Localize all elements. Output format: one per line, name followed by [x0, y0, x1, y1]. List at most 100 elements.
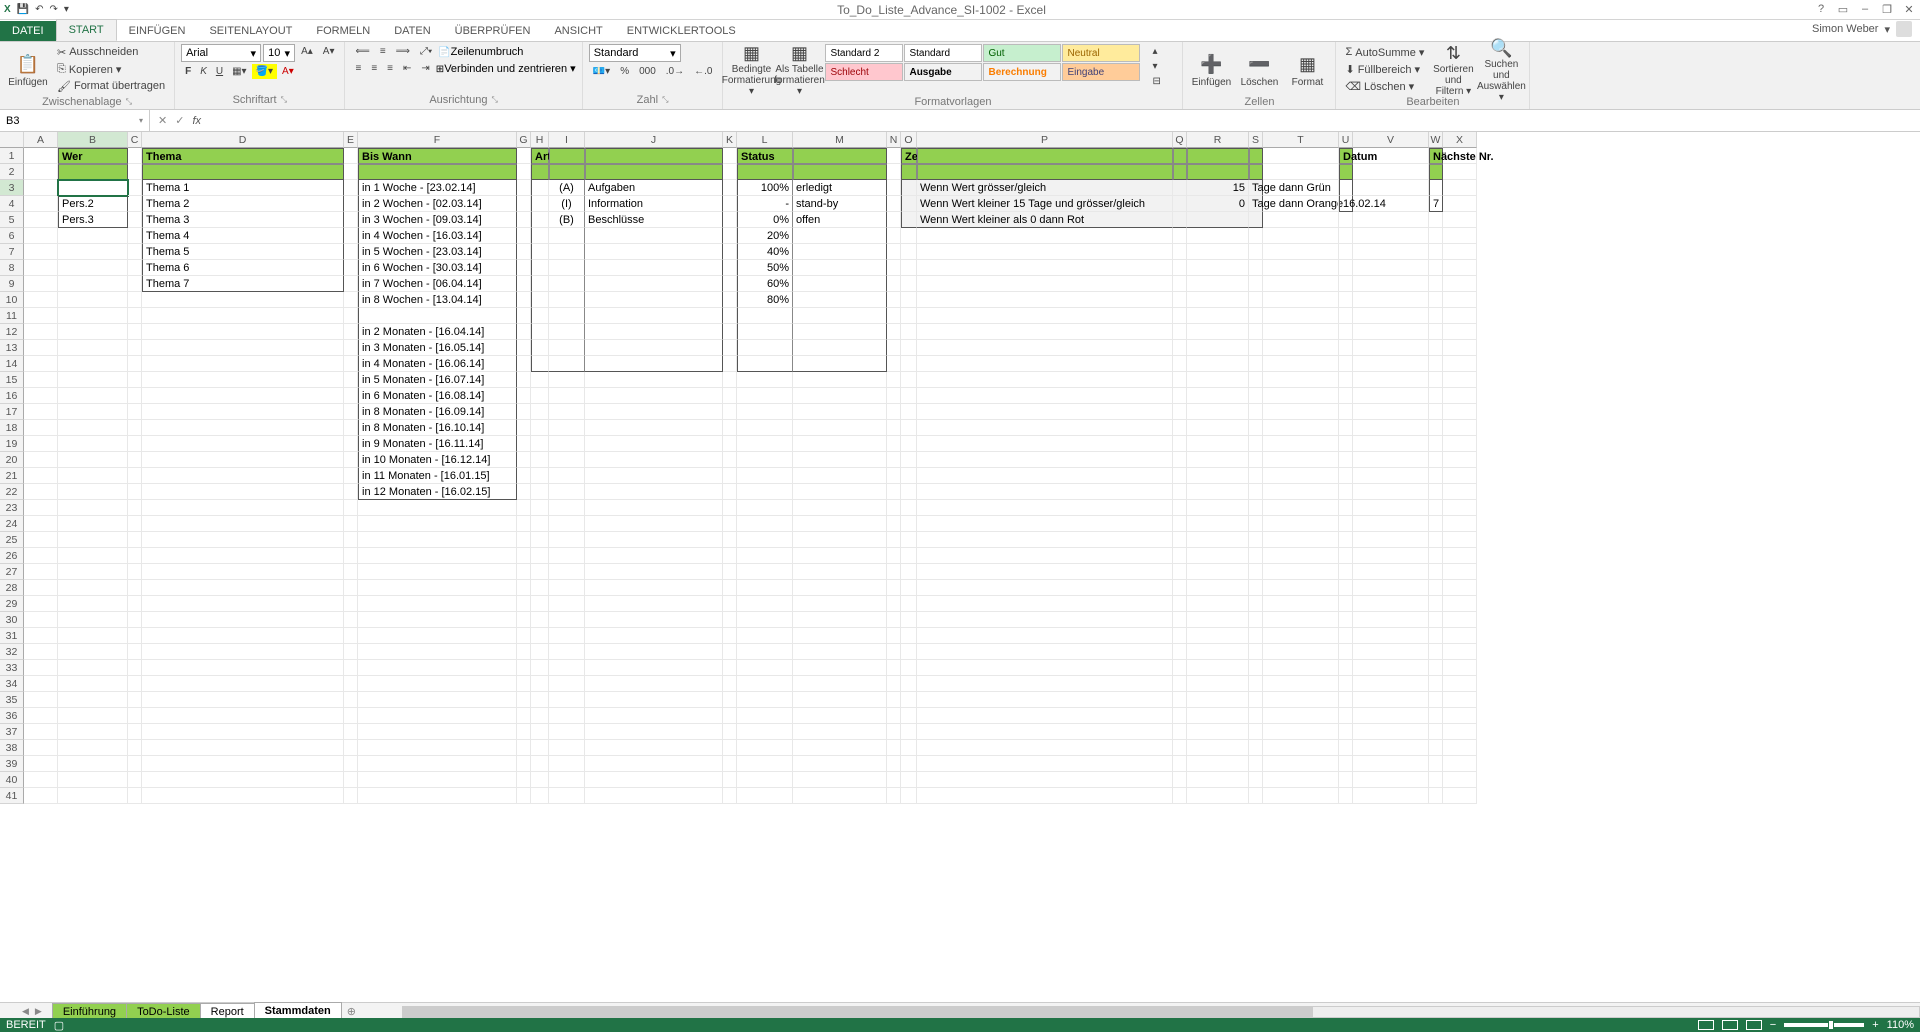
cell[interactable] [128, 340, 142, 356]
cell[interactable] [901, 164, 917, 180]
cell[interactable] [128, 420, 142, 436]
cell[interactable] [344, 532, 358, 548]
cell[interactable] [723, 452, 737, 468]
cell[interactable] [344, 724, 358, 740]
cell[interactable] [1339, 532, 1353, 548]
cell[interactable] [1339, 708, 1353, 724]
cell[interactable] [344, 740, 358, 756]
cell[interactable] [917, 244, 1173, 260]
cell[interactable] [358, 516, 517, 532]
cell[interactable] [1263, 164, 1339, 180]
cell[interactable] [793, 356, 887, 372]
cell[interactable] [517, 388, 531, 404]
cell[interactable] [1429, 596, 1443, 612]
cell[interactable] [917, 676, 1173, 692]
cell[interactable] [344, 244, 358, 260]
cell[interactable] [887, 692, 901, 708]
col-header[interactable]: R [1187, 132, 1249, 148]
ribbon-collapse-icon[interactable]: ▭ [1836, 3, 1850, 16]
cell[interactable] [737, 388, 793, 404]
col-header[interactable]: L [737, 132, 793, 148]
row-header[interactable]: 1 [0, 148, 24, 164]
cell[interactable] [723, 404, 737, 420]
cell[interactable] [1339, 292, 1353, 308]
cell[interactable] [1173, 148, 1187, 164]
cell[interactable] [344, 628, 358, 644]
cell[interactable] [887, 612, 901, 628]
cell[interactable] [1173, 628, 1187, 644]
cell[interactable]: in 2 Monaten - [16.04.14] [358, 324, 517, 340]
cell[interactable] [58, 612, 128, 628]
cell[interactable] [585, 436, 723, 452]
align-bottom-button[interactable]: ⟹ [392, 44, 414, 59]
cell[interactable] [887, 772, 901, 788]
cell[interactable] [585, 420, 723, 436]
cell[interactable] [1353, 340, 1429, 356]
row-header[interactable]: 2 [0, 164, 24, 180]
cell[interactable] [917, 756, 1173, 772]
cell[interactable]: 50% [737, 260, 793, 276]
cell[interactable] [1263, 340, 1339, 356]
cell[interactable] [1339, 324, 1353, 340]
cell[interactable] [58, 260, 128, 276]
cell[interactable] [585, 324, 723, 340]
cell[interactable] [1429, 180, 1443, 196]
cell[interactable] [24, 644, 58, 660]
cell[interactable] [917, 340, 1173, 356]
cell[interactable] [917, 164, 1173, 180]
cell[interactable] [793, 436, 887, 452]
cell[interactable] [1339, 516, 1353, 532]
cell[interactable] [1339, 484, 1353, 500]
cell[interactable] [1429, 660, 1443, 676]
cell[interactable] [128, 436, 142, 452]
autosum-button[interactable]: ΣAutoSumme ▾ [1342, 44, 1427, 60]
cell[interactable] [531, 340, 549, 356]
cell[interactable] [128, 548, 142, 564]
tab-seitenlayout[interactable]: SEITENLAYOUT [197, 21, 304, 41]
cell[interactable] [1173, 580, 1187, 596]
cell[interactable] [917, 692, 1173, 708]
cell[interactable] [737, 372, 793, 388]
cell[interactable] [1353, 244, 1429, 260]
cell[interactable] [723, 164, 737, 180]
cell[interactable] [1187, 516, 1249, 532]
cell[interactable] [1249, 644, 1263, 660]
cell[interactable] [549, 388, 585, 404]
cell[interactable] [1187, 532, 1249, 548]
cell[interactable] [24, 260, 58, 276]
cell[interactable] [549, 676, 585, 692]
cell[interactable] [1429, 404, 1443, 420]
cell[interactable] [901, 548, 917, 564]
cell[interactable] [887, 500, 901, 516]
paste-button[interactable]: 📋 Einfügen [6, 44, 50, 96]
cell[interactable] [1353, 436, 1429, 452]
cell[interactable] [723, 212, 737, 228]
cell[interactable] [128, 596, 142, 612]
cell[interactable] [549, 644, 585, 660]
cell[interactable] [901, 180, 917, 196]
cell[interactable] [793, 260, 887, 276]
delete-cells-button[interactable]: ➖Löschen [1237, 44, 1281, 96]
cell[interactable] [1249, 340, 1263, 356]
cell[interactable] [1443, 260, 1477, 276]
cell[interactable] [585, 260, 723, 276]
cell[interactable] [1443, 612, 1477, 628]
cell[interactable] [887, 516, 901, 532]
col-header[interactable]: W [1429, 132, 1443, 148]
cell[interactable] [1429, 388, 1443, 404]
align-top-button[interactable]: ⟸ [351, 44, 373, 59]
cell[interactable] [1263, 324, 1339, 340]
cell[interactable] [1249, 676, 1263, 692]
cell[interactable] [344, 788, 358, 804]
cell[interactable] [1429, 724, 1443, 740]
cell[interactable] [517, 564, 531, 580]
cell[interactable] [585, 388, 723, 404]
cell[interactable] [901, 436, 917, 452]
cell[interactable] [531, 708, 549, 724]
cell[interactable] [901, 452, 917, 468]
cell[interactable] [1443, 692, 1477, 708]
cell[interactable] [1443, 660, 1477, 676]
cell[interactable] [142, 404, 344, 420]
cell[interactable] [917, 548, 1173, 564]
cell[interactable] [737, 340, 793, 356]
